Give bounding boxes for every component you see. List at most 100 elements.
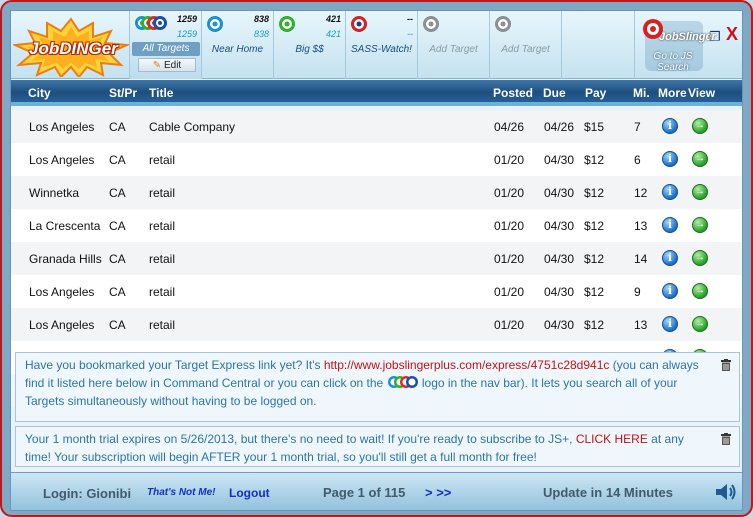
close-icon[interactable]: X (726, 24, 738, 45)
state-cell: CA (109, 120, 126, 134)
info-icon[interactable]: i (662, 118, 678, 134)
miles-cell: 13 (634, 318, 648, 332)
title-cell: retail (149, 219, 176, 233)
target-count-total: 838 (253, 14, 269, 24)
restore-window-icon[interactable]: ❐ (709, 29, 721, 45)
view-arrow-icon[interactable]: → (692, 151, 708, 167)
blue-target-icon (207, 16, 223, 32)
table-header: City St/Pr Title Posted Due Pay Mi. More… (11, 80, 742, 106)
view-arrow-icon[interactable]: → (692, 184, 708, 200)
column-header-city[interactable]: City (28, 86, 51, 100)
title-cell: retail (149, 186, 176, 200)
table-row[interactable]: Los Angeles CA retail 01/20 04/30 $12 9 i → (11, 275, 742, 308)
info-icon[interactable]: i (662, 283, 678, 299)
target-count-total: 421 (325, 14, 341, 24)
title-cell: retail (149, 285, 176, 299)
pay-cell: $12 (584, 318, 605, 332)
due-cell: 04/30 (544, 252, 575, 266)
tab-all-targets[interactable]: 1259 1259 All Targets ✎ Edit (129, 11, 201, 79)
pencil-icon: ✎ (152, 60, 162, 71)
pay-cell: $12 (584, 153, 605, 167)
red-target-icon (351, 16, 367, 32)
bookmark-text-start: Have you bookmarked your Target Express … (25, 358, 324, 372)
pay-cell: $12 (584, 252, 605, 266)
view-arrow-icon[interactable]: → (692, 250, 708, 266)
column-header-due[interactable]: Due (543, 86, 566, 100)
column-header-posted[interactable]: Posted (493, 86, 533, 100)
table-row[interactable]: Winnetka CA retail 01/20 04/30 $12 12 i → (11, 176, 742, 209)
target-count-total: 1259 (176, 14, 197, 24)
view-arrow-icon[interactable]: → (692, 283, 708, 299)
posted-cell: 04/26 (494, 120, 525, 134)
due-cell: 04/30 (544, 186, 575, 200)
miles-cell: 14 (634, 252, 648, 266)
trash-icon[interactable] (721, 359, 731, 371)
city-cell: Granada Hills (29, 252, 102, 266)
view-arrow-icon[interactable]: → (692, 217, 708, 233)
column-header-title[interactable]: Title (149, 86, 173, 100)
tab-big-money[interactable]: 421 421 Big $$ (273, 11, 345, 79)
view-arrow-icon[interactable]: → (692, 316, 708, 332)
trial-text-start: Your 1 month trial expires on 5/26/2013,… (25, 432, 576, 446)
info-icon[interactable]: i (662, 316, 678, 332)
posted-cell: 01/20 (494, 318, 525, 332)
info-icon[interactable]: i (662, 217, 678, 233)
target-count-total: -- (407, 14, 413, 24)
pay-cell: $12 (584, 285, 605, 299)
nav-bar: JobDINGer 1259 1259 All Targets ✎ Edit 8… (11, 11, 742, 79)
pay-cell: $12 (584, 219, 605, 233)
gray-target-icon (495, 16, 511, 32)
tab-add-target-2[interactable]: Add Target (489, 11, 561, 79)
trash-icon[interactable] (721, 433, 731, 445)
city-cell: Los Angeles (29, 153, 95, 167)
subscribe-link[interactable]: CLICK HERE (576, 432, 648, 446)
table-row[interactable]: Granada Hills CA retail 01/20 04/30 $12 14 i → (11, 242, 742, 275)
target-express-link[interactable]: http://www.jobslingerplus.com/express/47… (324, 358, 610, 372)
miles-cell: 7 (634, 120, 641, 134)
not-me-link[interactable]: That's Not Me! (147, 487, 216, 498)
posted-cell: 01/20 (494, 252, 525, 266)
title-cell: retail (149, 252, 176, 266)
table-row[interactable]: Los Angeles CA retail 01/20 04/30 $12 13 i → (11, 308, 742, 341)
next-page-link[interactable]: > >> (425, 485, 451, 500)
green-target-icon (279, 16, 295, 32)
posted-cell: 01/20 (494, 285, 525, 299)
gray-target-icon (423, 16, 439, 32)
info-icon[interactable]: i (662, 151, 678, 167)
speaker-icon[interactable] (715, 483, 737, 501)
table-row[interactable]: La Crescenta CA retail 01/20 04/30 $12 13 i → (11, 209, 742, 242)
miles-cell: 13 (634, 219, 648, 233)
tab-label: Add Target (429, 44, 478, 55)
update-countdown: Update in 14 Minutes (543, 485, 674, 500)
posted-cell: 01/20 (494, 219, 525, 233)
multi-target-icon (387, 376, 418, 388)
footer-bar: Login: Gionibi That's Not Me! Logout Pag… (11, 472, 742, 510)
tab-label: Add Target (501, 44, 550, 55)
city-cell: Los Angeles (29, 120, 95, 134)
tab-add-target-1[interactable]: Add Target (417, 11, 489, 79)
view-arrow-icon[interactable]: → (692, 118, 708, 134)
goto-js-search-link[interactable]: Go to JS Search (643, 51, 703, 73)
bookmark-notice: Have you bookmarked your Target Express … (15, 352, 740, 422)
column-header-view: View (688, 86, 716, 100)
info-icon[interactable]: i (662, 184, 678, 200)
tab-near-home[interactable]: 838 838 Near Home (201, 11, 273, 79)
column-header-more: More (658, 86, 687, 100)
nav-spacer (561, 11, 635, 79)
table-row[interactable]: Los Angeles CA Cable Company 04/26 04/26 $15 7… (11, 110, 742, 143)
info-icon[interactable]: i (662, 250, 678, 266)
target-count-new: -- (407, 29, 413, 39)
app-frame: JobDINGer 1259 1259 All Targets ✎ Edit 8… (0, 0, 753, 517)
edit-targets-button[interactable]: ✎ Edit (138, 58, 196, 72)
logout-link[interactable]: Logout (229, 486, 270, 500)
edit-label: Edit (163, 60, 182, 71)
column-header-miles[interactable]: Mi. (633, 86, 650, 100)
column-header-state[interactable]: St/Pr (109, 86, 137, 100)
tab-sass-watch[interactable]: -- -- SASS-Watch! (345, 11, 417, 79)
table-row[interactable]: Los Angeles CA retail 01/20 04/30 $12 6 i → (11, 143, 742, 176)
tab-label: All Targets (132, 42, 200, 56)
title-cell: retail (149, 153, 176, 167)
jobslinger-logo-text: JobSlinger (659, 31, 716, 43)
column-header-pay[interactable]: Pay (585, 86, 606, 100)
city-cell: Los Angeles (29, 285, 95, 299)
